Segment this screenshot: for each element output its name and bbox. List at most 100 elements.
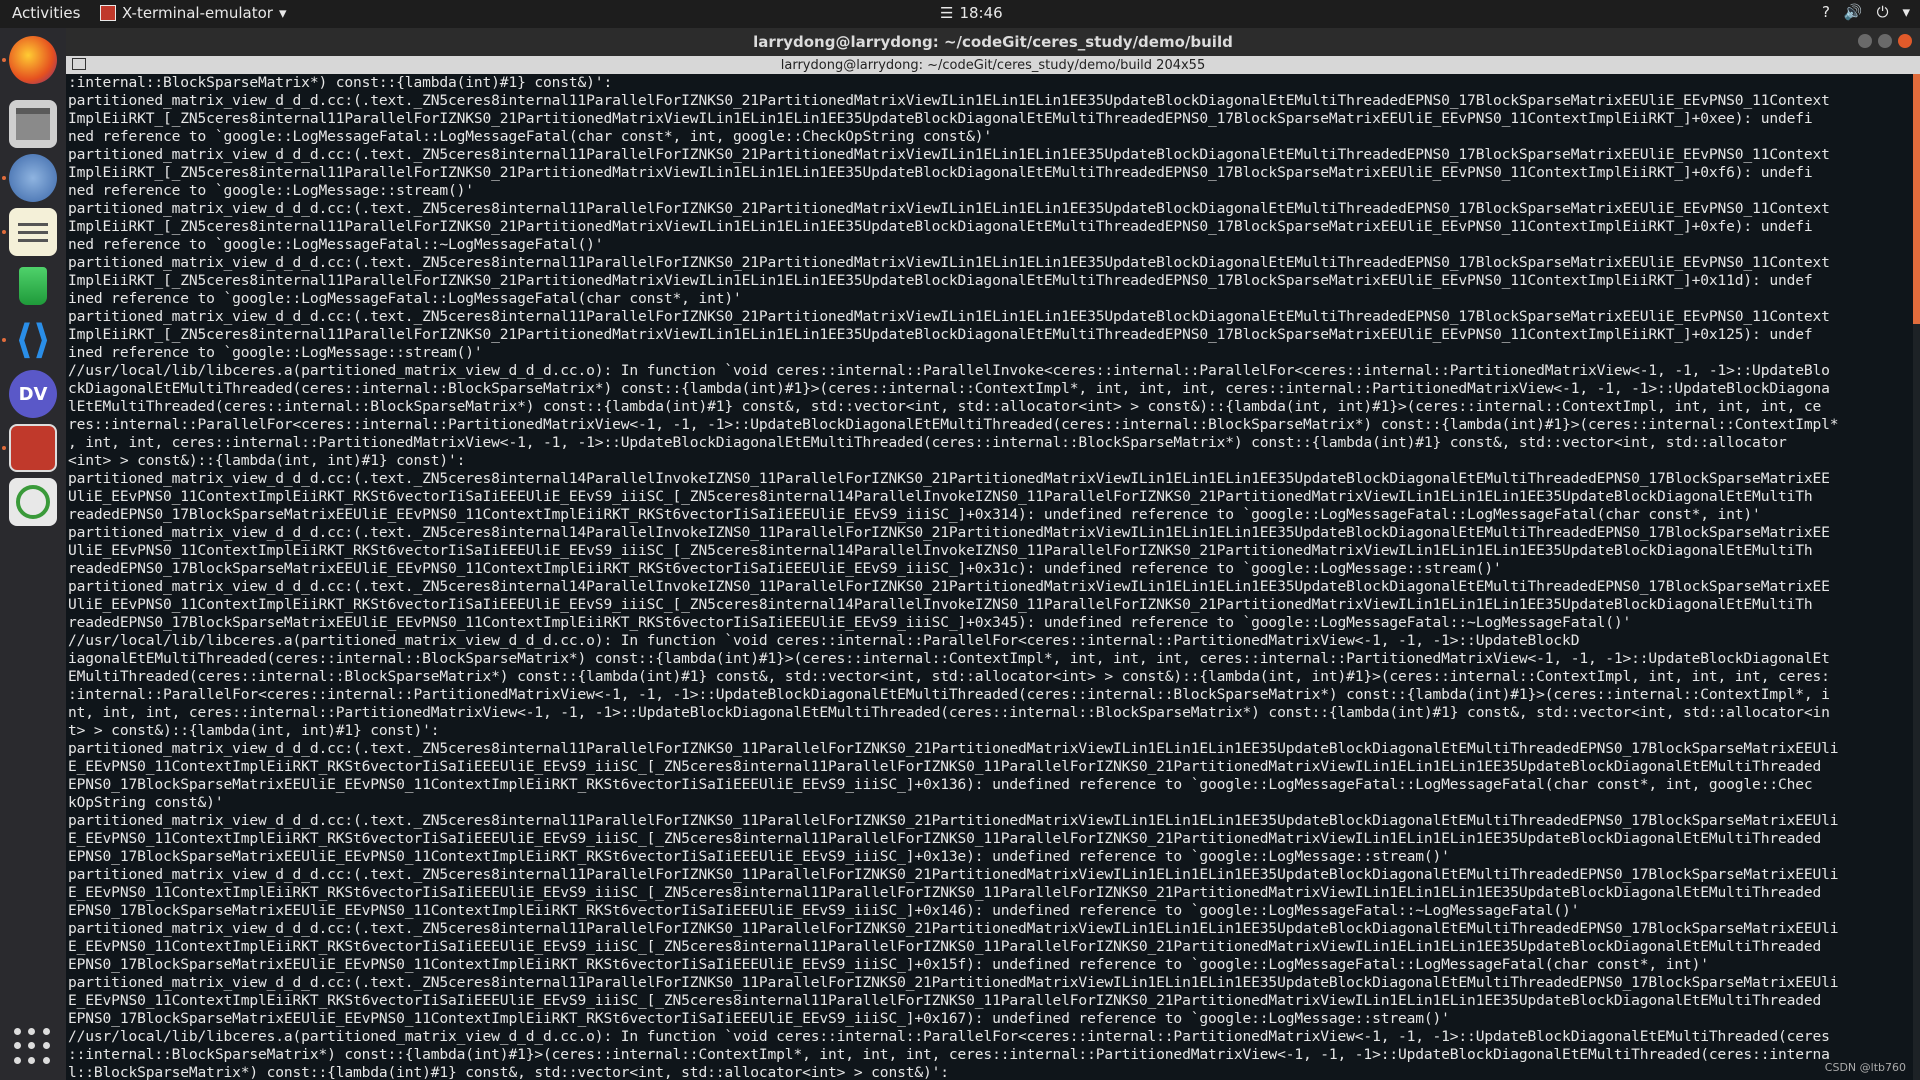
power-icon[interactable]: ⏻ [1877,3,1889,21]
window-title: larrydong@larrydong: ~/codeGit/ceres_stu… [753,33,1233,51]
terminal-line: partitioned_matrix_view_d_d_d.cc:(.text.… [68,974,1839,991]
running-indicator [2,446,6,450]
dock: ⟨⟩ DV [0,28,66,1080]
terminal-icon[interactable] [9,424,57,472]
grid-dot [42,1028,50,1035]
terminal-line: :internal::ParallelFor<ceres::internal::… [68,686,1830,703]
terminal-line: nt, int, int, ceres::internal::Partition… [68,704,1830,721]
terminal-title: larrydong@larrydong: ~/codeGit/ceres_stu… [780,57,1206,73]
terminal-line: EPNS0_17BlockSparseMatrixEEUliE_EEvPNS0_… [68,1010,1450,1027]
dv-app-icon[interactable]: DV [9,370,57,418]
terminal-app-icon [100,5,116,21]
terminal-line: readedEPNS0_17BlockSparseMatrixEEUliE_EE… [68,560,1502,577]
grid-dot [14,1042,21,1050]
system-tray[interactable]: ? 🔊 ⏻ ▾ [1822,3,1910,21]
terminal-line: E_EEvPNS0_11ContextImplEiiRKT_RKSt6vecto… [68,938,1822,955]
terminal-line: kOpString const&)' [68,794,224,811]
image-viewer-icon[interactable] [9,478,57,526]
terminal-line: partitioned_matrix_view_d_d_d.cc:(.text.… [68,254,1830,271]
terminal-line: E_EEvPNS0_11ContextImplEiiRKT_RKSt6vecto… [68,758,1822,775]
terminal-line: , int, int, ceres::internal::Partitioned… [68,434,1787,451]
vscode-icon[interactable]: ⟨⟩ [9,316,57,364]
maximize-button[interactable] [1878,34,1892,48]
terminal-line: ImplEiiRKT_[_ZN5ceres8internal11Parallel… [68,272,1813,289]
clock[interactable]: ☰ 18:46 [940,4,1003,22]
volume-icon[interactable]: 🔊 [1844,3,1863,21]
app-menu-label: X-terminal-emulator [122,4,273,22]
terminal-line: ned reference to `google::LogMessage::st… [68,182,474,199]
terminal-line: ned reference to `google::LogMessageFata… [68,128,993,145]
terminal-line: partitioned_matrix_view_d_d_d.cc:(.text.… [68,470,1830,487]
grid-dot [28,1056,36,1064]
terminal-line: partitioned_matrix_view_d_d_d.cc:(.text.… [68,200,1830,217]
terminal-line: res::internal::ParallelFor<ceres::intern… [68,416,1839,433]
clock-time: 18:46 [959,4,1003,22]
terminal-line: readedEPNS0_17BlockSparseMatrixEEUliE_EE… [68,506,1761,523]
terminal-line: ined reference to `google::LogMessage::s… [68,344,483,361]
help-icon[interactable]: ? [1822,3,1830,21]
top-bar: Activities X-terminal-emulator ▾ ☰ 18:46… [0,0,1920,28]
terminal-line: EMultiThreaded(ceres::internal::BlockSpa… [68,668,1830,685]
text-lines [18,230,48,234]
grid-dot [14,1056,21,1064]
terminal-line: partitioned_matrix_view_d_d_d.cc:(.text.… [68,866,1839,883]
terminal-line: ImplEiiRKT_[_ZN5ceres8internal11Parallel… [68,326,1813,343]
terminal-line: E_EEvPNS0_11ContextImplEiiRKT_RKSt6vecto… [68,830,1822,847]
terminal-line: iagonalEtEMultiThreaded(ceres::internal:… [68,650,1830,667]
browser-icon[interactable] [9,154,57,202]
terminal-line: lEtEMultiThreaded(ceres::internal::Block… [68,398,1822,415]
terminal-output[interactable]: :internal::BlockSparseMatrix*) const::{l… [66,74,1913,1080]
chevron-down-icon: ▾ [278,4,287,22]
terminal-line: t> > const&)::{lambda(int, int)#1} const… [68,722,440,739]
lens-shape [16,485,50,519]
grid-dot [28,1042,36,1050]
terminal-line: UliE_EEvPNS0_11ContextImplEiiRKT_RKSt6ve… [68,488,1813,505]
running-indicator [2,338,6,342]
terminal-line: readedEPNS0_17BlockSparseMatrixEEUliE_EE… [68,614,1632,631]
terminal-line: UliE_EEvPNS0_11ContextImplEiiRKT_RKSt6ve… [68,596,1813,613]
text-editor-icon[interactable] [9,208,57,256]
activities-button[interactable]: Activities [12,4,80,22]
terminal-line: ImplEiiRKT_[_ZN5ceres8internal11Parallel… [68,218,1813,235]
terminal-line: EPNS0_17BlockSparseMatrixEEUliE_EEvPNS0_… [68,956,1709,973]
firefox-icon[interactable] [9,36,57,84]
terminal-line: EPNS0_17BlockSparseMatrixEEUliE_EEvPNS0_… [68,776,1813,793]
calendar-icon: ☰ [940,4,954,22]
grid-dot [14,1028,21,1035]
chevron-down-icon[interactable]: ▾ [1902,3,1910,21]
running-indicator [2,230,6,234]
terminal-line: //usr/local/lib/libceres.a(partitioned_m… [68,632,1580,649]
terminal-text: :internal::BlockSparseMatrix*) const::{l… [66,74,1913,1080]
terminal-line: partitioned_matrix_view_d_d_d.cc:(.text.… [68,578,1830,595]
watermark: CSDN @ltb760 [1824,1061,1906,1074]
drawer-shape [16,108,50,140]
terminal-line: l::BlockSparseMatrix*) const::{lambda(in… [68,1064,949,1080]
grid-dot [42,1056,50,1064]
show-applications-button[interactable] [14,1028,52,1066]
terminal-title-bar: larrydong@larrydong: ~/codeGit/ceres_stu… [66,56,1920,74]
terminal-line: E_EEvPNS0_11ContextImplEiiRKT_RKSt6vecto… [68,884,1822,901]
scrollbar-thumb[interactable] [1913,74,1920,324]
files-icon[interactable] [9,100,57,148]
terminal-layout-icon[interactable] [72,58,86,70]
trash-icon[interactable] [9,262,57,310]
terminal-line: //usr/local/lib/libceres.a(partitioned_m… [68,1028,1830,1045]
terminal-line: partitioned_matrix_view_d_d_d.cc:(.text.… [68,92,1830,109]
window-controls [1858,34,1912,48]
grid-dot [42,1042,50,1050]
window-title-bar[interactable]: larrydong@larrydong: ~/codeGit/ceres_stu… [66,28,1920,56]
terminal-line: partitioned_matrix_view_d_d_d.cc:(.text.… [68,740,1839,757]
running-indicator [2,176,6,180]
terminal-line: ImplEiiRKT_[_ZN5ceres8internal11Parallel… [68,164,1813,181]
terminal-line: partitioned_matrix_view_d_d_d.cc:(.text.… [68,146,1830,163]
terminal-line: ned reference to `google::LogMessageFata… [68,236,604,253]
scrollbar[interactable] [1913,74,1920,1080]
terminal-line: UliE_EEvPNS0_11ContextImplEiiRKT_RKSt6ve… [68,542,1813,559]
terminal-line: <int> > const&)::{lambda(int, int)#1} co… [68,452,466,469]
close-button[interactable] [1898,34,1912,48]
terminal-line: partitioned_matrix_view_d_d_d.cc:(.text.… [68,920,1839,937]
app-menu[interactable]: X-terminal-emulator ▾ [100,4,286,22]
grid-dot [28,1028,36,1035]
terminal-line: partitioned_matrix_view_d_d_d.cc:(.text.… [68,308,1830,325]
minimize-button[interactable] [1858,34,1872,48]
